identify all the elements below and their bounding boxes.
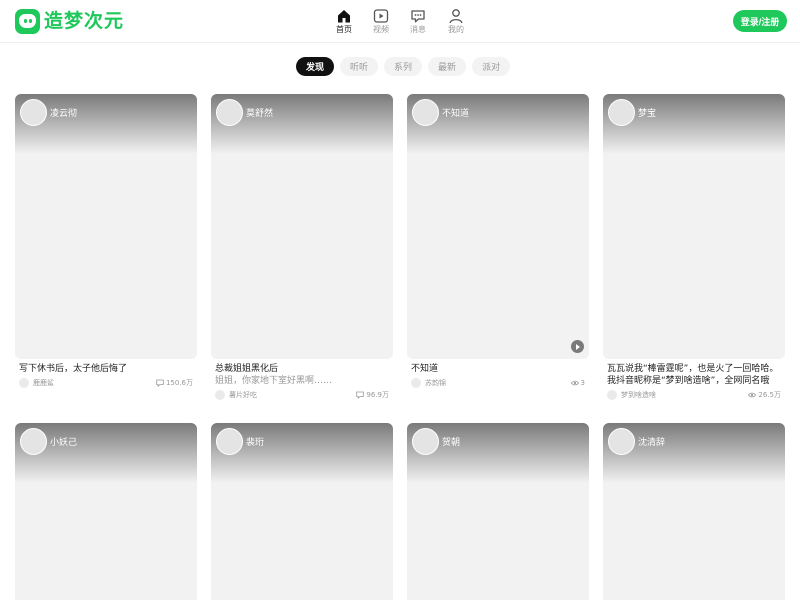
card-cover[interactable]: 不知道: [407, 94, 589, 359]
nav-mine[interactable]: 我的: [448, 0, 464, 43]
eye-icon: [570, 380, 579, 386]
avatar: [412, 99, 439, 126]
avatar: [20, 428, 47, 455]
character-name: 贺朝: [442, 438, 461, 448]
card-meta: 梦到啥造啥 26.5万: [603, 389, 785, 401]
card-meta: 鹿鹿鲨 150.6万: [15, 377, 197, 389]
stat-count: 26.5万: [748, 390, 781, 400]
character-name: 梦宝: [638, 109, 657, 119]
story-card[interactable]: 不知道 不知道 苏韵锦 3: [407, 94, 589, 389]
username: 鹿鹿鲨: [33, 379, 54, 387]
character-name: 凌云彻: [50, 109, 78, 119]
card-cover[interactable]: 凌云彻: [15, 94, 197, 359]
character-name: 小妖己: [50, 438, 78, 448]
nav-message[interactable]: 消息: [410, 0, 426, 43]
chat-icon: [156, 379, 164, 387]
avatar: [608, 99, 635, 126]
user-avatar: [215, 390, 225, 400]
nav-video[interactable]: 视频: [373, 0, 389, 43]
user-avatar: [607, 390, 617, 400]
story-card[interactable]: 沈清辞: [603, 423, 785, 600]
card-cover[interactable]: 梦宝: [603, 94, 785, 359]
stat-value: 96.9万: [366, 391, 389, 399]
card-cover[interactable]: 裴珩: [211, 423, 393, 600]
logo[interactable]: 造梦次元: [15, 9, 124, 34]
story-card[interactable]: 小妖己: [15, 423, 197, 600]
top-header: 造梦次元 首页 视频 消息 我的 登录/注册: [0, 0, 800, 43]
logo-mascot-icon: [15, 9, 40, 34]
chat-icon: [356, 391, 365, 399]
avatar: [216, 428, 243, 455]
story-card[interactable]: 梦宝 瓦瓦说我“棒雷霆呢”，也是火了一回哈哈。我抖音昵称是“梦到啥造啥”，全网同…: [603, 94, 785, 401]
nav-message-label: 消息: [410, 25, 426, 34]
nav-video-label: 视频: [373, 25, 389, 34]
card-cover[interactable]: 贺朝: [407, 423, 589, 600]
avatar: [20, 99, 47, 126]
eye-icon: [748, 392, 757, 398]
stat-value: 150.6万: [165, 379, 193, 387]
stat-value: 26.5万: [758, 391, 781, 399]
tab-party[interactable]: 派对: [472, 57, 511, 76]
story-card[interactable]: 莫舒然 总裁姐姐黑化后 姐姐，你家地下室好黑啊…… 薯片好吃 96.9万: [211, 94, 393, 401]
card-description: 姐姐，你家地下室好黑啊……: [215, 376, 333, 386]
tab-listen[interactable]: 听听: [340, 57, 379, 76]
card-cover[interactable]: 莫舒然: [211, 94, 393, 359]
card-cover[interactable]: 沈清辞: [603, 423, 785, 600]
tab-series[interactable]: 系列: [384, 57, 423, 76]
character-name: 沈清辞: [638, 438, 666, 448]
user-avatar: [411, 378, 421, 388]
stat-count: 150.6万: [156, 378, 193, 388]
character-name: 莫舒然: [246, 109, 274, 119]
story-card[interactable]: 凌云彻 写下休书后，太子他后悔了 鹿鹿鲨 150.6万: [15, 94, 197, 389]
home-icon: [338, 10, 350, 23]
story-card[interactable]: 贺朝: [407, 423, 589, 600]
stat-count: 3: [570, 379, 585, 387]
avatar: [608, 428, 635, 455]
story-card[interactable]: 裴珩: [211, 423, 393, 600]
tab-discover[interactable]: 发现: [296, 57, 335, 76]
user-icon: [449, 9, 463, 24]
logo-text: 造梦次元: [44, 10, 125, 32]
card-title: 瓦瓦说我“棒雷霆呢”，也是火了一回哈哈。我抖音昵称是“梦到啥造啥”，全网同名哦: [607, 364, 779, 386]
stat-count: 96.9万: [356, 390, 389, 400]
card-title: 不知道: [411, 364, 439, 374]
category-tabs: 发现 听听 系列 最新 派对: [296, 57, 511, 76]
nav-mine-label: 我的: [448, 25, 464, 34]
username: 苏韵锦: [425, 379, 446, 387]
video-icon: [373, 9, 389, 23]
username: 梦到啥造啥: [621, 391, 656, 399]
message-icon: [411, 10, 425, 23]
character-name: 裴珩: [246, 438, 265, 448]
play-icon[interactable]: [571, 340, 584, 353]
card-cover[interactable]: 小妖己: [15, 423, 197, 600]
tab-latest[interactable]: 最新: [428, 57, 467, 76]
card-title: 写下休书后，太子他后悔了: [19, 364, 128, 374]
card-title: 总裁姐姐黑化后: [215, 364, 279, 374]
username: 薯片好吃: [229, 391, 257, 399]
card-meta: 苏韵锦 3: [407, 377, 589, 389]
user-avatar: [19, 378, 29, 388]
card-meta: 薯片好吃 96.9万: [211, 389, 393, 401]
nav-home-label: 首页: [336, 25, 352, 34]
login-register-button[interactable]: 登录/注册: [733, 10, 787, 32]
nav-home[interactable]: 首页: [336, 0, 352, 43]
avatar: [412, 428, 439, 455]
stat-value: 3: [580, 379, 585, 387]
avatar: [216, 99, 243, 126]
character-name: 不知道: [442, 109, 470, 119]
